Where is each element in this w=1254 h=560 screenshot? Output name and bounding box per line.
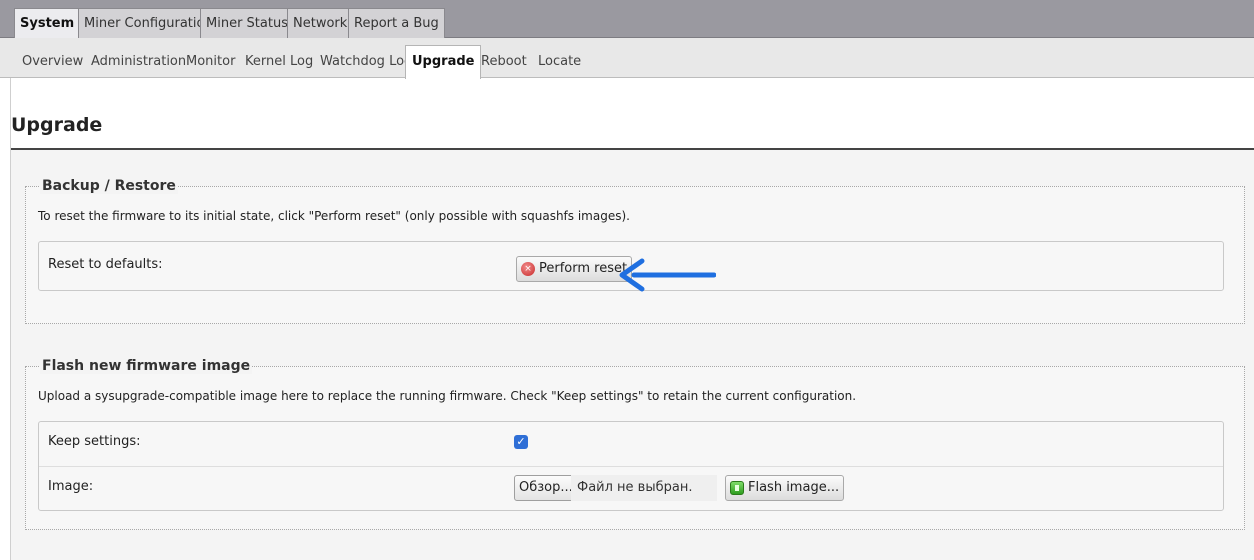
subtab-watchdog-log[interactable]: Watchdog Log xyxy=(314,48,418,78)
subtab-administration[interactable]: Administration xyxy=(85,48,192,78)
flash-rows: Keep settings: ✓ Image: Обзор... Файл не… xyxy=(38,421,1224,511)
tab-label: Miner Configuration xyxy=(84,16,213,31)
tab-label: Miner Status xyxy=(206,16,288,31)
image-row: Image: Обзор... Файл не выбран. Flash im… xyxy=(39,466,1223,510)
tab-miner-status[interactable]: Miner Status xyxy=(200,8,294,38)
reset-icon: × xyxy=(521,262,535,276)
tab-report-a-bug[interactable]: Report a Bug xyxy=(348,8,445,38)
backup-legend: Backup / Restore xyxy=(40,178,178,194)
top-tab-bar: System Miner Configuration Miner Status … xyxy=(0,0,1254,38)
tab-label: Network xyxy=(293,16,348,31)
content-area: Backup / Restore To reset the firmware t… xyxy=(11,150,1254,560)
subtab-monitor[interactable]: Monitor xyxy=(180,48,241,78)
browse-button[interactable]: Обзор... xyxy=(514,475,578,501)
flash-image-button[interactable]: Flash image... xyxy=(725,475,845,501)
page-container: Upgrade Backup / Restore To reset the fi… xyxy=(10,78,1254,560)
keep-settings-row: Keep settings: ✓ xyxy=(39,422,1223,466)
flash-image-label: Flash image... xyxy=(748,480,840,495)
page-title: Upgrade xyxy=(11,114,103,136)
title-area: Upgrade xyxy=(11,78,1254,150)
flash-description: Upload a sysupgrade-compatible image her… xyxy=(38,389,857,403)
tab-label: System xyxy=(20,16,75,31)
tab-label: Report a Bug xyxy=(354,16,439,31)
file-status: Файл не выбран. xyxy=(571,475,717,501)
subtab-overview[interactable]: Overview xyxy=(16,48,89,78)
flash-legend: Flash new firmware image xyxy=(40,358,253,374)
image-label: Image: xyxy=(48,479,94,494)
subtab-locate[interactable]: Locate xyxy=(532,48,587,78)
tab-system[interactable]: System xyxy=(14,8,81,38)
flash-firmware-section: Flash new firmware image Upload a sysupg… xyxy=(25,358,1245,530)
subtab-reboot[interactable]: Reboot xyxy=(475,48,533,78)
subtab-upgrade[interactable]: Upgrade xyxy=(405,45,482,79)
backup-description: To reset the firmware to its initial sta… xyxy=(38,209,630,223)
subtab-kernel-log[interactable]: Kernel Log xyxy=(239,48,319,78)
arrow-left-icon xyxy=(619,258,716,292)
sub-tab-bar: Overview Administration Monitor Kernel L… xyxy=(0,38,1254,79)
keep-settings-label: Keep settings: xyxy=(48,434,141,449)
flash-icon xyxy=(730,481,744,495)
tab-network[interactable]: Network xyxy=(287,8,354,38)
keep-settings-checkbox[interactable]: ✓ xyxy=(514,435,528,449)
reset-label: Reset to defaults: xyxy=(48,257,163,272)
tab-miner-configuration[interactable]: Miner Configuration xyxy=(78,8,219,38)
